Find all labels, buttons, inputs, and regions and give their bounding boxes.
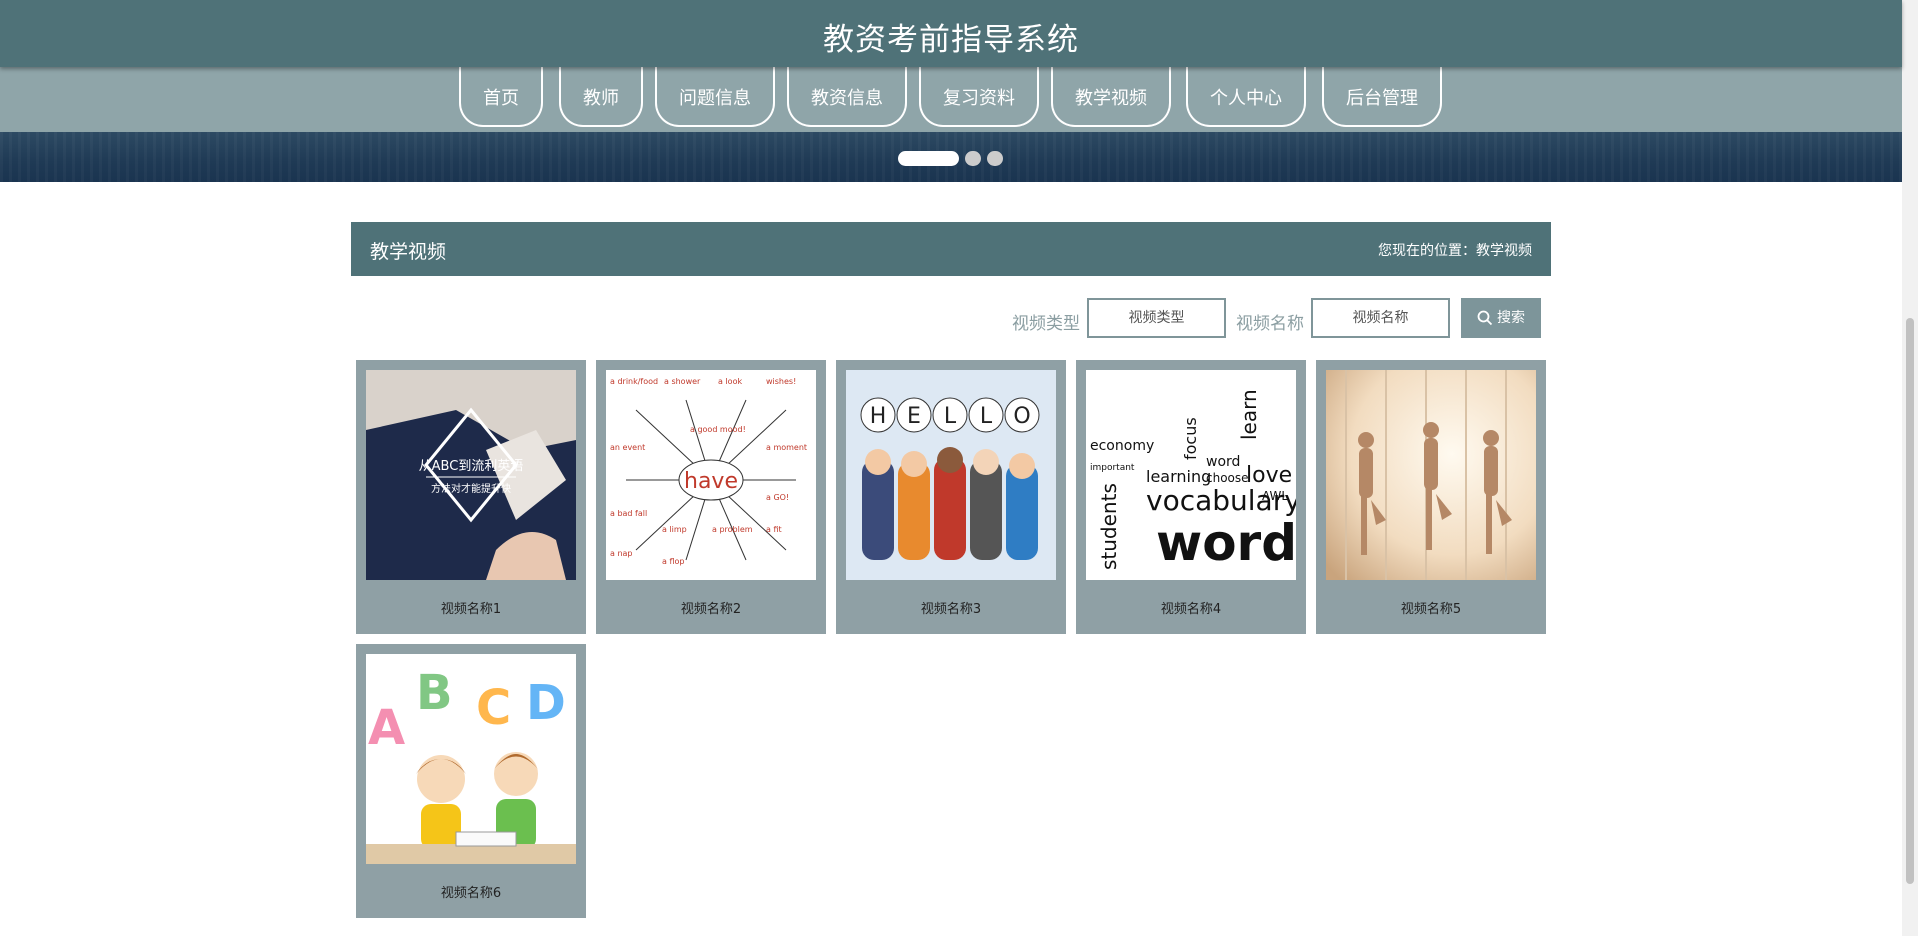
thumb-letter: B bbox=[416, 665, 453, 721]
thumb-text-1: 从ABC到流利英语 bbox=[419, 459, 524, 474]
thumb-word: choose bbox=[1206, 471, 1249, 485]
thumb-word: focus bbox=[1181, 417, 1200, 460]
video-name-label: 视频名称 bbox=[1236, 314, 1304, 334]
carousel-dot-1[interactable] bbox=[898, 151, 959, 166]
thumb-tag: an event bbox=[610, 443, 645, 452]
thumb-tag: wishes! bbox=[766, 377, 796, 386]
thumb-word-have: have bbox=[684, 469, 738, 494]
video-name-6: 视频名称6 bbox=[440, 886, 502, 901]
section-header: 教学视频 您现在的位置：教学视频 bbox=[351, 222, 1551, 276]
thumb-tag: a moment bbox=[766, 443, 807, 452]
video-thumbnail-3: H E L L O bbox=[846, 370, 1056, 580]
thumb-word: economy bbox=[1090, 438, 1154, 454]
video-thumbnail-4: vocabulary words students learning econo… bbox=[1086, 370, 1296, 580]
nav-item-home[interactable]: 首页 bbox=[459, 67, 543, 127]
nav-item-personal-center[interactable]: 个人中心 bbox=[1186, 67, 1306, 127]
thumb-letter: A bbox=[368, 700, 405, 756]
site-title: 教资考前指导系统 bbox=[823, 22, 1079, 58]
thumb-tag: a good mood! bbox=[690, 425, 746, 434]
thumb-tag: a fit bbox=[766, 525, 782, 534]
nav-item-teachers[interactable]: 教师 bbox=[559, 67, 643, 127]
thumb-letter: L bbox=[980, 404, 993, 429]
video-name-4: 视频名称4 bbox=[1160, 602, 1222, 617]
main-nav: 首页 教师 问题信息 教资信息 复习资料 教学视频 个人中心 后台管理 bbox=[0, 67, 1902, 132]
video-card-2[interactable]: have a drink/food a shower a look wishes… bbox=[596, 360, 826, 634]
thumb-letter: C bbox=[476, 680, 511, 736]
thumb-word: students bbox=[1097, 483, 1121, 570]
thumb-letter: D bbox=[526, 675, 566, 731]
nav-item-admin[interactable]: 后台管理 bbox=[1322, 67, 1442, 127]
video-card-4[interactable]: vocabulary words students learning econo… bbox=[1076, 360, 1306, 634]
scrollbar-thumb[interactable] bbox=[1906, 318, 1914, 884]
video-name-input[interactable]: 视频名称 bbox=[1311, 298, 1450, 338]
video-thumbnail-2: have a drink/food a shower a look wishes… bbox=[606, 370, 816, 580]
video-thumbnail-5 bbox=[1326, 370, 1536, 580]
search-icon bbox=[1477, 310, 1493, 326]
breadcrumb: 您现在的位置：教学视频 bbox=[1378, 243, 1532, 259]
thumb-letter: H bbox=[870, 404, 887, 429]
carousel-dot-3[interactable] bbox=[987, 151, 1003, 166]
video-name-3: 视频名称3 bbox=[920, 602, 982, 617]
thumb-tag: a flop bbox=[662, 557, 684, 566]
video-name-2: 视频名称2 bbox=[680, 602, 742, 617]
thumb-tag: a GO! bbox=[766, 493, 789, 502]
nav-item-review-materials[interactable]: 复习资料 bbox=[919, 67, 1039, 127]
video-thumbnail-6: A B C D bbox=[366, 654, 576, 864]
thumb-word: word bbox=[1206, 454, 1240, 470]
thumb-tag: a look bbox=[718, 377, 742, 386]
thumb-text-2: 方法对才能提升快 bbox=[431, 482, 511, 495]
thumb-letter: L bbox=[944, 404, 957, 429]
section-title: 教学视频 bbox=[370, 241, 447, 263]
site-header: 教资考前指导系统 bbox=[0, 0, 1902, 67]
video-thumbnail-1: 从ABC到流利英语 方法对才能提升快 bbox=[366, 370, 576, 580]
thumb-word: learn bbox=[1237, 389, 1261, 440]
thumb-word: AWL bbox=[1262, 489, 1288, 503]
thumb-word: important bbox=[1090, 463, 1135, 473]
thumb-word: words bbox=[1156, 514, 1296, 572]
video-card-5[interactable]: 视频名称5 bbox=[1316, 360, 1546, 634]
thumb-tag: a bad fall bbox=[610, 509, 647, 518]
thumb-tag: a problem bbox=[712, 525, 753, 534]
video-card-3[interactable]: H E L L O 视频名称3 bbox=[836, 360, 1066, 634]
thumb-word: love bbox=[1246, 463, 1292, 488]
nav-item-exam-info[interactable]: 教资信息 bbox=[787, 67, 907, 127]
thumb-tag: a nap bbox=[610, 549, 633, 558]
video-type-input[interactable]: 视频类型 bbox=[1087, 298, 1226, 338]
thumb-letter: E bbox=[907, 404, 921, 429]
video-name-5: 视频名称5 bbox=[1400, 602, 1462, 617]
thumb-letter: O bbox=[1013, 404, 1030, 429]
nav-item-questions[interactable]: 问题信息 bbox=[655, 67, 775, 127]
nav-item-teaching-videos[interactable]: 教学视频 bbox=[1051, 67, 1171, 127]
video-name-1: 视频名称1 bbox=[440, 602, 502, 617]
carousel-dot-2[interactable] bbox=[965, 151, 981, 166]
search-button[interactable]: 搜索 bbox=[1461, 298, 1541, 338]
thumb-tag: a shower bbox=[664, 377, 701, 386]
banner-carousel bbox=[0, 132, 1902, 182]
video-card-6[interactable]: A B C D 视频名称6 bbox=[356, 644, 586, 918]
thumb-tag: a drink/food bbox=[610, 377, 658, 386]
video-card-1[interactable]: 从ABC到流利英语 方法对才能提升快 视频名称1 bbox=[356, 360, 586, 634]
thumb-tag: a limp bbox=[662, 525, 687, 534]
video-type-label: 视频类型 bbox=[1012, 314, 1080, 334]
thumb-word: learning bbox=[1146, 467, 1211, 486]
search-button-label: 搜索 bbox=[1497, 310, 1525, 326]
page-scrollbar[interactable] bbox=[1902, 0, 1918, 936]
